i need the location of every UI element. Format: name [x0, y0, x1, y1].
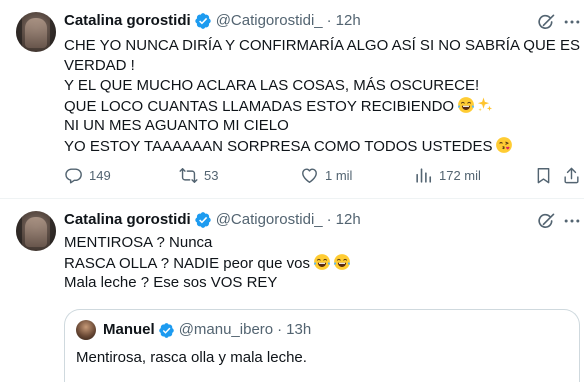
grok-icon[interactable]	[536, 12, 556, 32]
avatar[interactable]	[16, 211, 56, 251]
separator: ·	[326, 12, 332, 29]
tweet-line: RASCA OLLA ? NADIE peor que vos	[64, 253, 351, 273]
quoted-tweet-header: Manuel @manu_ibero · 13h	[103, 320, 311, 340]
tweet-text: CHE YO NUNCA DIRÍA Y CONFIRMARÍA ALGO AS…	[64, 36, 580, 156]
tweet-line: NI UN MES AGUANTO MI CIELO	[64, 117, 289, 134]
face-with-tears-of-joy-icon	[313, 253, 331, 271]
face-with-tears-of-joy-icon	[333, 253, 351, 271]
separator: ·	[277, 321, 283, 338]
tweet-line: MENTIROSA ? Nunca	[64, 234, 213, 251]
tweet-header: Catalina gorostidi @Catigorostidi_ · 12h	[64, 210, 361, 230]
tweet-actions: 149 53 1 mil 172 mil	[64, 166, 584, 188]
avatar[interactable]	[76, 320, 96, 340]
bookmark-icon	[534, 166, 553, 185]
like-button[interactable]: 1 mil	[300, 166, 352, 185]
views-button[interactable]: 172 mil	[414, 166, 481, 185]
more-icon[interactable]	[562, 211, 582, 231]
timestamp[interactable]: 12h	[336, 210, 361, 230]
more-icon[interactable]	[562, 12, 582, 32]
quoted-tweet[interactable]: Manuel @manu_ibero · 13h Mentirosa, rasc…	[64, 309, 580, 382]
face-with-tears-of-joy-icon	[457, 96, 475, 114]
tweet-line: VERDAD !	[64, 57, 135, 74]
author-handle[interactable]: @Catigorostidi_	[216, 210, 323, 230]
quoted-tweet-text: Mentirosa, rasca olla y mala leche.	[76, 349, 307, 366]
like-count: 1 mil	[325, 167, 353, 183]
author-name[interactable]: Catalina gorostidi	[64, 210, 191, 230]
quoted-author-name: Manuel	[103, 321, 155, 338]
tweet-text: MENTIROSA ? Nunca RASCA OLLA ? NADIE peo…	[64, 233, 351, 293]
separator: ·	[326, 211, 332, 228]
repost-count: 53	[204, 167, 219, 183]
grok-icon[interactable]	[536, 211, 556, 231]
like-icon	[300, 166, 319, 185]
verified-badge-icon[interactable]	[194, 211, 212, 229]
tweet-line-text: QUE LOCO CUANTAS LLAMADAS ESTOY RECIBIEN…	[64, 98, 455, 115]
repost-icon	[179, 166, 198, 185]
share-button[interactable]	[562, 166, 581, 185]
verified-badge-icon	[158, 322, 175, 339]
repost-button[interactable]: 53	[179, 166, 218, 185]
tweet-line: YO ESTOY TAAAAAAN SORPRESA COMO TODOS US…	[64, 136, 580, 156]
bookmark-button[interactable]	[534, 166, 553, 185]
reply-count: 149	[89, 167, 111, 183]
quoted-author-handle: @manu_ibero	[178, 321, 274, 338]
verified-badge-icon[interactable]	[194, 12, 212, 30]
author-handle[interactable]: @Catigorostidi_	[216, 11, 323, 31]
sparkles-icon	[476, 96, 494, 114]
tweet[interactable]: Catalina gorostidi @Catigorostidi_ · 12h…	[0, 0, 584, 199]
tweet-line: CHE YO NUNCA DIRÍA Y CONFIRMARÍA ALGO AS…	[64, 37, 580, 54]
author-name[interactable]: Catalina gorostidi	[64, 11, 191, 31]
face-blowing-a-kiss-icon	[495, 136, 513, 154]
views-icon	[414, 166, 433, 185]
tweet-line: Y EL QUE MUCHO ACLARA LAS COSAS, MÁS OSC…	[64, 77, 480, 94]
reply-icon	[64, 166, 83, 185]
tweet-line-text: YO ESTOY TAAAAAAN SORPRESA COMO TODOS US…	[64, 138, 493, 155]
tweet-header: Catalina gorostidi @Catigorostidi_ · 12h	[64, 11, 361, 31]
reply-button[interactable]: 149	[64, 166, 111, 185]
quoted-timestamp: 13h	[286, 321, 312, 338]
tweet-line-text: RASCA OLLA ? NADIE peor que vos	[64, 255, 310, 272]
tweet-line: QUE LOCO CUANTAS LLAMADAS ESTOY RECIBIEN…	[64, 96, 580, 116]
views-count: 172 mil	[439, 167, 481, 183]
avatar[interactable]	[16, 12, 56, 52]
timestamp[interactable]: 12h	[336, 11, 361, 31]
tweet-line: Mala leche ? Ese sos VOS REY	[64, 274, 278, 291]
share-icon	[562, 166, 581, 185]
